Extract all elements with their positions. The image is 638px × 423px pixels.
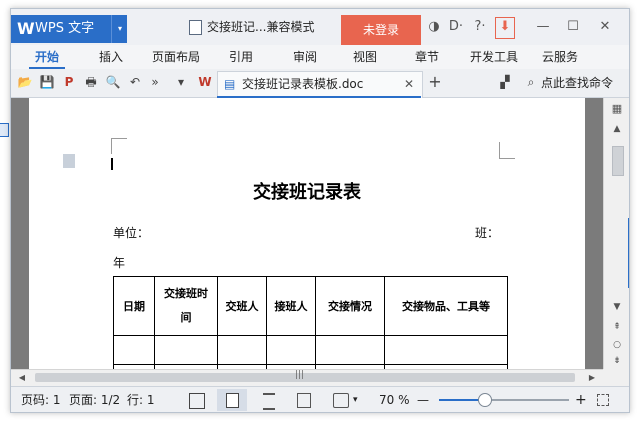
document-page[interactable]: 交接班记录表 单位： 班： 年 日期 交接班时间 交班人 接班人 交接情况 交接… — [29, 98, 585, 369]
page-title: 交接班记录表 — [253, 182, 361, 203]
paste-options-icon[interactable] — [63, 154, 75, 168]
year-label: 年 — [113, 256, 126, 270]
tab-view[interactable]: 视图 — [347, 45, 383, 69]
page-view-button[interactable] — [217, 389, 247, 411]
app-name: WPS 文字 — [35, 21, 95, 36]
open-icon[interactable]: 📂 — [17, 74, 33, 90]
side-panel-tab[interactable] — [628, 218, 629, 288]
horizontal-scroll-thumb[interactable]: ||| — [35, 370, 575, 382]
skin-icon[interactable]: D· — [445, 17, 467, 37]
margin-mark — [499, 142, 500, 158]
next-page-icon[interactable]: ⇟ — [604, 356, 629, 368]
web-view-icon[interactable] — [297, 393, 311, 408]
header-handover-status: 交接情况 — [315, 276, 385, 336]
chevron-down-icon[interactable]: ▾ — [111, 15, 128, 43]
app-menu-button[interactable]: W WPS 文字 ▾ — [11, 15, 127, 43]
minimize-icon[interactable]: — — [533, 17, 553, 37]
tab-references[interactable]: 引用 — [223, 45, 259, 69]
tab-page-layout[interactable]: 页面布局 — [147, 45, 205, 69]
print-icon[interactable]: 🖶 — [83, 74, 99, 90]
horizontal-scrollbar[interactable]: ◀ ||| ▶ — [11, 369, 603, 386]
status-bar: 页码: 1 页面: 1/2 行: 1 ▾ 70 % — + — [11, 386, 629, 412]
scroll-up-icon[interactable]: ▲ — [604, 124, 629, 138]
wps-window: W WPS 文字 ▾ 交接班记...兼容模式 未登录 ◑ D· ?· ⬇ — ☐… — [10, 8, 630, 413]
wps-logo-icon: W — [17, 19, 35, 38]
wps-home-icon[interactable]: W — [197, 74, 213, 90]
header-handover-items: 交接物品、工具等 — [384, 276, 508, 336]
zoom-slider-knob[interactable] — [478, 393, 492, 407]
vertical-scrollbar[interactable]: ▦ ▲ ▼ ⇞ ○ ⇟ — [603, 98, 629, 369]
tab-chapter[interactable]: 章节 — [409, 45, 445, 69]
header-date: 日期 — [113, 276, 155, 336]
title-bar: W WPS 文字 ▾ 交接班记...兼容模式 未登录 ◑ D· ?· ⬇ — ☐… — [11, 9, 629, 45]
tab-home[interactable]: 开始 — [29, 45, 65, 69]
margin-mark — [499, 158, 515, 159]
search-icon: ⌕ — [527, 75, 535, 89]
header-handing-person: 交班人 — [217, 276, 267, 336]
document-area: 交接班记录表 单位： 班： 年 日期 交接班时间 交班人 接班人 交接情况 交接… — [11, 98, 603, 369]
print-preview-icon[interactable]: 🔍 — [105, 74, 121, 90]
left-edge-marker — [0, 123, 9, 137]
table-row — [113, 335, 508, 365]
doc-file-icon: ▤ — [224, 77, 236, 91]
previous-page-icon[interactable]: ⇞ — [604, 322, 629, 336]
header-receiving-person: 接班人 — [266, 276, 316, 336]
page-count[interactable]: 页面: 1/2 — [69, 387, 120, 412]
zoom-out-icon[interactable]: — — [417, 387, 429, 412]
chevron-down-icon[interactable]: ▾ — [353, 387, 358, 412]
fit-window-icon[interactable] — [597, 394, 609, 406]
header-handover-time: 交接班时间 — [154, 276, 218, 336]
document-tab-label: 交接班记录表模板.doc — [242, 77, 364, 91]
save-icon[interactable]: 💾 — [39, 74, 55, 90]
tab-review[interactable]: 审阅 — [287, 45, 323, 69]
fullscreen-icon[interactable] — [189, 393, 205, 409]
handover-table: 日期 交接班时间 交班人 接班人 交接情况 交接物品、工具等 — [113, 276, 508, 369]
grip-icon: ||| — [295, 370, 305, 380]
new-tab-icon[interactable]: + — [427, 74, 443, 90]
close-tab-icon[interactable]: ✕ — [404, 72, 414, 96]
text-cursor — [111, 158, 113, 170]
minimize-to-tray-icon[interactable]: ⬇ — [495, 17, 515, 39]
split-view-icon[interactable]: ▦ — [604, 102, 629, 116]
document-icon — [189, 20, 202, 35]
document-tab[interactable]: ▤ 交接班记录表模板.doc ✕ — [217, 71, 423, 98]
login-button[interactable]: 未登录 — [341, 15, 421, 45]
select-browse-icon[interactable]: ○ — [604, 340, 629, 354]
page-number[interactable]: 页码: 1 — [21, 387, 61, 412]
tab-cloud[interactable]: 云服务 — [537, 45, 583, 69]
command-search[interactable]: 点此查找命令 — [541, 71, 613, 95]
margin-mark — [111, 138, 127, 139]
outline-view-icon[interactable] — [263, 393, 275, 410]
export-pdf-icon[interactable]: P — [61, 74, 77, 90]
toolbar-more-icon[interactable]: ▾ — [173, 74, 189, 90]
zoom-in-icon[interactable]: + — [575, 387, 587, 412]
help-icon[interactable]: ?· — [469, 17, 491, 37]
page-view-icon — [226, 393, 239, 408]
tab-developer[interactable]: 开发工具 — [465, 45, 523, 69]
shift-label: 班： — [475, 226, 500, 240]
shield-icon[interactable]: ◑ — [425, 17, 443, 37]
undo-icon[interactable]: ↶ — [127, 74, 143, 90]
reading-mode-icon[interactable] — [333, 393, 349, 408]
maximize-icon[interactable]: ☐ — [563, 17, 583, 37]
menu-bar: 开始 插入 页面布局 引用 审阅 视图 章节 开发工具 云服务 — [11, 45, 629, 69]
margin-mark — [111, 138, 112, 154]
scroll-right-icon[interactable]: ▶ — [585, 371, 599, 385]
tab-insert[interactable]: 插入 — [93, 45, 129, 69]
unit-label: 单位： — [113, 226, 150, 240]
table-header-row: 日期 交接班时间 交班人 接班人 交接情况 交接物品、工具等 — [113, 276, 508, 336]
scroll-down-icon[interactable]: ▼ — [604, 302, 629, 316]
pin-icon[interactable]: ▞ — [497, 74, 513, 90]
redo-icon[interactable]: » — [147, 74, 163, 90]
close-icon[interactable]: ✕ — [595, 17, 615, 37]
zoom-level[interactable]: 70 % — [379, 387, 410, 412]
scroll-left-icon[interactable]: ◀ — [15, 371, 29, 385]
vertical-scroll-thumb[interactable] — [612, 146, 624, 176]
line-number[interactable]: 行: 1 — [127, 387, 155, 412]
